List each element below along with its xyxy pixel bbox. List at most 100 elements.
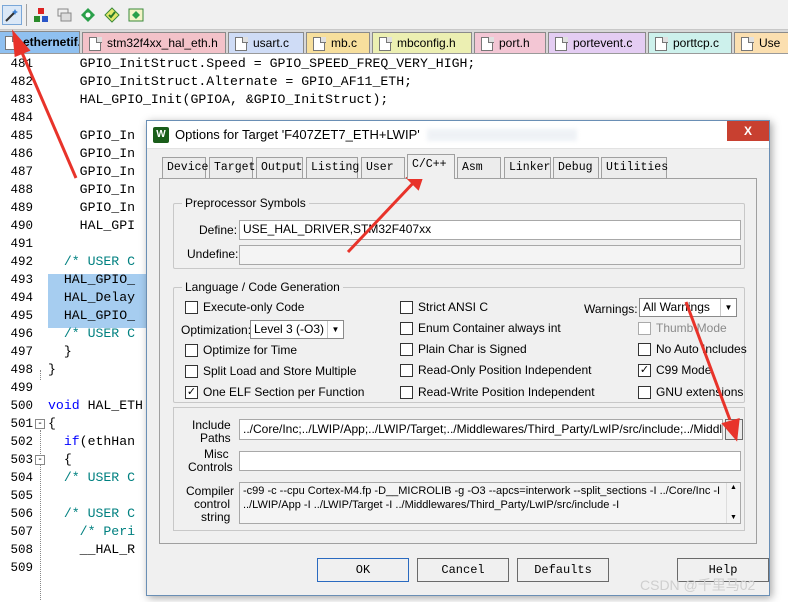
file-tab-label: stm32f4xx_hal_eth.h xyxy=(107,36,218,50)
keil-logo-icon: W xyxy=(153,127,169,143)
line-number: 494 xyxy=(10,291,33,305)
file-tab-stm32f4xx-hal-eth[interactable]: stm32f4xx_hal_eth.h xyxy=(82,32,226,53)
include-paths-field[interactable]: ../Core/Inc;../LWIP/App;../LWIP/Target;.… xyxy=(239,419,723,440)
file-tab-label: mb.c xyxy=(331,36,358,50)
defaults-button[interactable]: Defaults xyxy=(517,558,609,582)
c99-mode-checkbox[interactable]: ✓ xyxy=(638,364,651,377)
line-number: 502 xyxy=(10,435,33,449)
tab-linker[interactable]: Linker xyxy=(504,157,551,178)
line-number: 496 xyxy=(10,327,33,341)
tab-debug[interactable]: Debug xyxy=(553,157,599,178)
line-number: 491 xyxy=(10,237,33,251)
build-target-icon[interactable] xyxy=(31,5,51,25)
file-tab-porttcp[interactable]: porttcp.c xyxy=(648,32,732,53)
optimization-select[interactable]: Level 3 (-O3) ▼ xyxy=(250,320,344,339)
file-tab-port[interactable]: port.h xyxy=(474,32,546,53)
batch-build-icon[interactable] xyxy=(54,5,74,25)
code-line: /* USER C xyxy=(48,254,136,269)
line-number: 483 xyxy=(10,93,33,107)
tab-utilities[interactable]: Utilities xyxy=(601,157,668,178)
select-software-packs-icon[interactable] xyxy=(102,5,122,25)
no-auto-includes-checkbox[interactable] xyxy=(638,343,651,356)
file-tab-label: Use xyxy=(759,36,781,50)
line-number: 484 xyxy=(10,111,33,125)
file-tab-mb[interactable]: mb.c xyxy=(306,32,370,53)
read-only-position-checkbox[interactable] xyxy=(400,364,413,377)
file-tab-ethernetif[interactable]: ethernetif.c xyxy=(0,31,80,53)
misc-controls-label: Controls xyxy=(188,460,233,474)
line-number: 503 xyxy=(10,453,33,467)
close-button[interactable]: X xyxy=(727,121,769,141)
file-tab-usart[interactable]: usart.c xyxy=(228,32,304,53)
line-number: 504 xyxy=(10,471,33,485)
ok-button[interactable]: OK xyxy=(317,558,409,582)
code-line: GPIO_InitStruct.Alternate = GPIO_AF11_ET… xyxy=(48,74,413,89)
code-line: /* Peri xyxy=(48,524,136,539)
compiler-control-string-label: Compiler xyxy=(186,484,235,498)
line-number: 481 xyxy=(10,57,33,71)
cancel-button[interactable]: Cancel xyxy=(417,558,509,582)
file-tab-portevent[interactable]: portevent.c xyxy=(548,32,646,53)
code-line: GPIO_In xyxy=(48,164,136,179)
line-number: 507 xyxy=(10,525,33,539)
dialog-title-bar: W Options for Target 'F407ZET7_ETH+LWIP'… xyxy=(147,121,769,149)
code-line: HAL_GPIO_Init(GPIOA, &GPIO_InitStruct); xyxy=(48,92,389,107)
read-write-position-checkbox[interactable] xyxy=(400,386,413,399)
file-icon xyxy=(655,37,668,51)
file-tab-label: mbconfig.h xyxy=(397,36,456,50)
enum-container-label: Enum Container always int xyxy=(418,321,561,335)
tab-device[interactable]: Device xyxy=(162,157,208,178)
code-line: __HAL_R xyxy=(48,542,136,557)
dialog-title: Options for Target 'F407ZET7_ETH+LWIP' xyxy=(175,127,420,142)
misc-controls-field[interactable] xyxy=(239,451,741,471)
undefine-field[interactable] xyxy=(239,245,741,265)
line-number: 486 xyxy=(10,147,33,161)
fold-toggle-icon[interactable]: - xyxy=(35,419,45,429)
file-tab-user[interactable]: Use xyxy=(734,32,788,53)
fold-toggle-icon[interactable]: - xyxy=(35,455,45,465)
enum-container-checkbox[interactable] xyxy=(400,322,413,335)
file-tab-mbconfig[interactable]: mbconfig.h xyxy=(372,32,472,53)
plain-char-signed-checkbox[interactable] xyxy=(400,343,413,356)
manage-components-icon[interactable] xyxy=(78,5,98,25)
scrollbar[interactable]: ▲ ▼ xyxy=(726,483,740,523)
tab-listing[interactable]: Listing xyxy=(306,157,359,178)
one-elf-section-checkbox[interactable]: ✓ xyxy=(185,386,198,399)
warnings-select[interactable]: All Warnings ▼ xyxy=(639,298,737,317)
line-number: 495 xyxy=(10,309,33,323)
file-tab-bar: ethernetif.c stm32f4xx_hal_eth.h usart.c… xyxy=(0,30,788,54)
tab-output[interactable]: Output xyxy=(256,157,303,178)
gnu-extensions-checkbox[interactable] xyxy=(638,386,651,399)
chevron-down-icon: ▼ xyxy=(327,321,343,338)
misc-controls-label: Misc xyxy=(204,447,229,461)
code-line: /* USER C xyxy=(48,326,136,341)
file-icon xyxy=(5,36,18,50)
wand-icon[interactable] xyxy=(2,5,22,25)
line-number: 487 xyxy=(10,165,33,179)
define-field[interactable]: USE_HAL_DRIVER,STM32F407xx xyxy=(239,220,741,240)
code-line: } xyxy=(48,344,72,359)
execute-only-checkbox[interactable] xyxy=(185,301,198,314)
split-load-store-checkbox[interactable] xyxy=(185,365,198,378)
tab-user[interactable]: User xyxy=(361,157,405,178)
code-line: if(ethHan xyxy=(63,434,136,449)
tab-asm[interactable]: Asm xyxy=(457,157,501,178)
optimize-for-time-checkbox[interactable] xyxy=(185,344,198,357)
execute-only-label: Execute-only Code xyxy=(203,300,305,314)
line-number: 499 xyxy=(10,381,33,395)
thumb-mode-checkbox[interactable] xyxy=(638,322,651,335)
line-number: 505 xyxy=(10,489,33,503)
include-paths-browse-button[interactable]: ... xyxy=(725,419,743,440)
code-line: GPIO_In xyxy=(48,200,136,215)
strict-ansi-c-checkbox[interactable] xyxy=(400,301,413,314)
compiler-string-line: ../LWIP/App -I ../LWIP/Target -I ../Midd… xyxy=(243,499,620,511)
line-number: 493 xyxy=(10,273,33,287)
compiler-control-string-field[interactable]: -c99 -c --cpu Cortex-M4.fp -D__MICROLIB … xyxy=(239,482,741,524)
code-line: HAL_GPIO_ xyxy=(48,272,136,287)
code-line: { xyxy=(48,416,56,431)
tab-target[interactable]: Target xyxy=(209,157,255,178)
warnings-label: Warnings: xyxy=(584,302,638,316)
tab-c-cpp[interactable]: C/C++ xyxy=(407,154,455,179)
line-number: 501 xyxy=(10,417,33,431)
pack-installer-icon[interactable] xyxy=(126,5,146,25)
